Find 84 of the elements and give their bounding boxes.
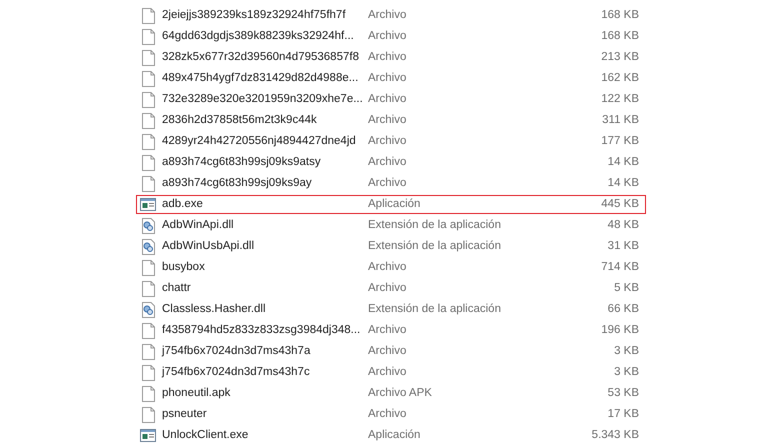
file-type: Archivo xyxy=(368,281,408,296)
file-type: Extensión de la aplicación xyxy=(368,239,502,254)
file-name[interactable]: busybox xyxy=(162,259,368,276)
file-name[interactable]: psneuter xyxy=(162,406,368,423)
file-icon xyxy=(142,386,154,402)
file-name[interactable]: a893h74cg6t83h99sj09ks9ay xyxy=(162,175,368,192)
file-type: Archivo xyxy=(368,155,408,170)
file-name[interactable]: 328zk5x677r32d39560n4d79536857f8 xyxy=(162,49,368,66)
file-icon xyxy=(142,280,154,296)
application-icon xyxy=(140,429,156,442)
file-name[interactable]: 4289yr24h42720556nj4894427dne4jd xyxy=(162,133,368,150)
file-type: Archivo xyxy=(368,71,408,86)
file-icon xyxy=(142,344,154,360)
file-icon xyxy=(142,28,154,44)
file-size: 53 KB xyxy=(606,386,639,401)
file-type: Archivo xyxy=(368,50,408,65)
file-size: 445 KB xyxy=(600,197,639,212)
file-icon xyxy=(142,406,154,422)
file-type: Archivo xyxy=(368,8,408,23)
file-name[interactable]: adb.exe xyxy=(162,196,368,213)
file-type: Archivo xyxy=(368,344,408,359)
file-name[interactable]: UnlockClient.exe xyxy=(162,427,368,444)
file-size: 17 KB xyxy=(606,407,639,422)
file-name[interactable]: 732e3289e320e3201959n3209xhe7e... xyxy=(162,91,368,108)
file-name[interactable]: a893h74cg6t83h99sj09ks9atsy xyxy=(162,154,368,171)
file-icon xyxy=(142,8,154,24)
file-size: 3 KB xyxy=(613,365,639,380)
file-type: Extensión de la aplicación xyxy=(368,218,502,233)
file-size: 31 KB xyxy=(606,239,639,254)
file-type: Extensión de la aplicación xyxy=(368,302,502,317)
file-type: Archivo xyxy=(368,365,408,380)
file-icon xyxy=(142,176,154,192)
file-icon xyxy=(142,50,154,66)
file-name[interactable]: chattr xyxy=(162,280,368,297)
file-size: 168 KB xyxy=(600,29,639,44)
gear-file-icon xyxy=(142,238,154,254)
file-size: 213 KB xyxy=(600,50,639,65)
file-icon xyxy=(142,134,154,150)
file-size: 177 KB xyxy=(600,134,639,149)
application-icon xyxy=(140,198,156,211)
file-size: 66 KB xyxy=(606,302,639,317)
file-name[interactable]: 489x475h4ygf7dz831429d82d4988e... xyxy=(162,70,368,87)
file-icon xyxy=(142,70,154,86)
file-icon xyxy=(142,364,154,380)
file-type: Archivo xyxy=(368,323,408,338)
file-icon xyxy=(142,92,154,108)
file-type: Archivo xyxy=(368,176,408,191)
file-name[interactable]: AdbWinUsbApi.dll xyxy=(162,238,368,255)
file-name[interactable]: 64gdd63dgdjs389k88239ks32924hf... xyxy=(162,28,368,45)
file-type: Aplicación xyxy=(368,197,422,212)
file-name[interactable]: j754fb6x7024dn3d7ms43h7a xyxy=(162,343,368,360)
file-name[interactable]: f4358794hd5z833z833zsg3984dj348... xyxy=(162,322,368,339)
file-type: Archivo xyxy=(368,407,408,422)
file-type: Aplicación xyxy=(368,428,422,443)
file-size: 3 KB xyxy=(613,344,639,359)
file-size: 48 KB xyxy=(606,218,639,233)
file-icon xyxy=(142,260,154,276)
file-name[interactable]: j754fb6x7024dn3d7ms43h7c xyxy=(162,364,368,381)
gear-file-icon xyxy=(142,218,154,234)
file-type: Archivo xyxy=(368,92,408,107)
file-size: 162 KB xyxy=(600,71,639,86)
file-size: 311 KB xyxy=(601,113,639,128)
file-name[interactable]: 2jeiejjs389239ks189z32924hf75fh7f xyxy=(162,7,368,24)
file-size: 168 KB xyxy=(600,8,639,23)
file-size: 5.343 KB xyxy=(590,428,639,443)
file-size: 122 KB xyxy=(600,92,639,107)
file-name[interactable]: 2836h2d37858t56m2t3k9c44k xyxy=(162,112,368,129)
gear-file-icon xyxy=(142,302,154,318)
file-type: Archivo xyxy=(368,134,408,149)
file-name[interactable]: Classless.Hasher.dll xyxy=(162,301,368,318)
file-size: 14 KB xyxy=(606,176,639,191)
file-type: Archivo xyxy=(368,113,408,128)
file-size: 14 KB xyxy=(606,155,639,170)
file-name[interactable]: AdbWinApi.dll xyxy=(162,217,368,234)
file-icon xyxy=(142,154,154,170)
file-type: Archivo xyxy=(368,29,408,44)
file-size: 714 KB xyxy=(600,260,639,275)
file-icon xyxy=(142,112,154,128)
file-size: 5 KB xyxy=(613,281,639,296)
file-name[interactable]: phoneutil.apk xyxy=(162,385,368,402)
file-icon xyxy=(142,322,154,338)
file-type: Archivo xyxy=(368,260,408,275)
file-size: 196 KB xyxy=(600,323,639,338)
file-type: Archivo APK xyxy=(368,386,433,401)
